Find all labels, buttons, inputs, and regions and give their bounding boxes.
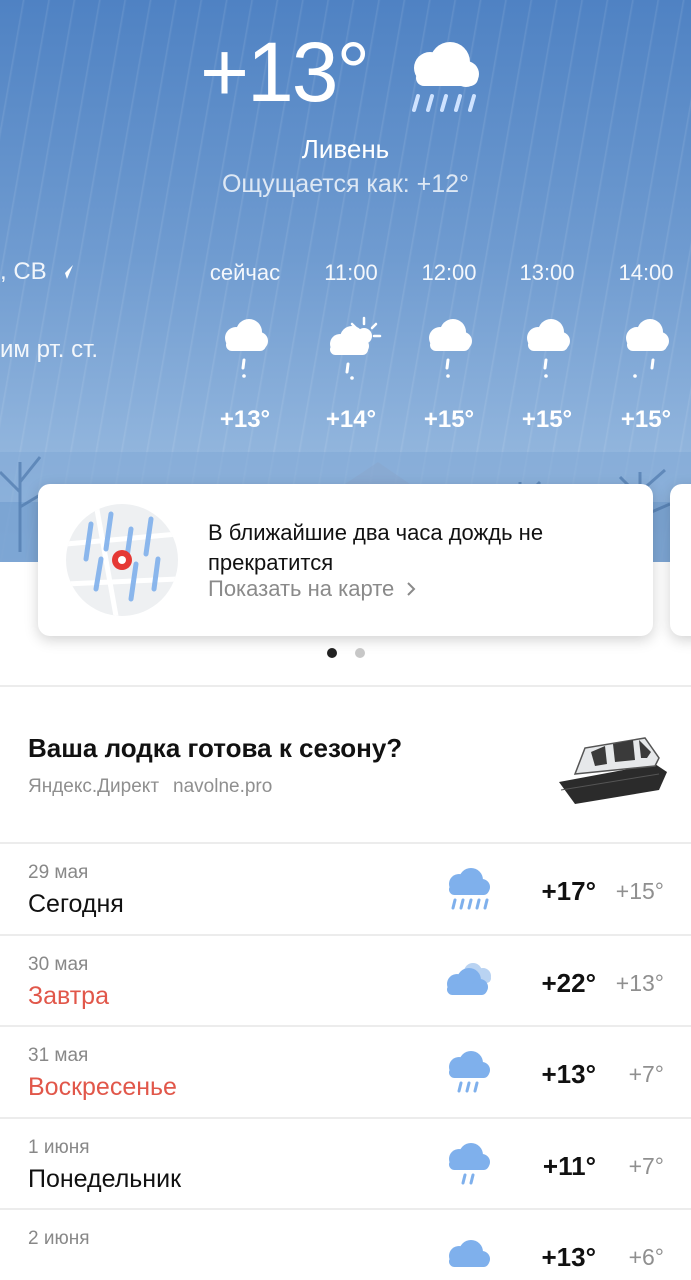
- day-high-temp: +17°: [541, 876, 596, 906]
- day-low-temp: +6°: [628, 1244, 664, 1270]
- day-date: 1 июня: [28, 1137, 90, 1158]
- chevron-right-icon: [407, 582, 416, 596]
- current-weather-hero: +13° Ливень Ощущается как: +12° , СВ им …: [0, 0, 691, 562]
- hour-temperature: +15°: [423, 406, 475, 433]
- cloud-rain-icon: [449, 1051, 490, 1093]
- ad-title[interactable]: Ваша лодка готова к сезону?: [28, 733, 402, 764]
- divider: [0, 685, 691, 687]
- day-high-temp: +11°: [542, 1151, 596, 1181]
- ad-meta: Яндекс.Директ navolne.pro: [28, 776, 272, 798]
- cloud-light-rain-icon: [225, 319, 268, 378]
- ad-boat-image[interactable]: [555, 712, 671, 818]
- day-date: 2 июня: [28, 1228, 90, 1249]
- cloud-icon: [449, 1240, 490, 1267]
- daily-row[interactable]: 30 мая Завтра +22° +13°: [0, 934, 691, 1026]
- day-high-temp: +13°: [541, 1059, 596, 1089]
- cloud-light-rain-icon: [449, 1143, 490, 1185]
- daily-row[interactable]: 2 июня +13° +6°: [0, 1208, 691, 1280]
- day-date: 30 мая: [28, 954, 89, 975]
- day-name: Воскресенье: [28, 1073, 177, 1101]
- day-low-temp: +7°: [628, 1061, 664, 1087]
- nowcast-card[interactable]: В ближайшие два часа дождь не прекратитс…: [38, 484, 653, 636]
- hour-temperature: +13°: [219, 406, 271, 433]
- carousel-pagination: [0, 648, 691, 658]
- day-name: Понедельник: [28, 1165, 182, 1193]
- day-name: Сегодня: [28, 890, 124, 918]
- pagination-dot-active: [326, 648, 337, 658]
- pagination-dot[interactable]: [354, 648, 365, 658]
- ad-domain[interactable]: navolne.pro: [173, 776, 272, 798]
- day-date: 29 мая: [28, 862, 89, 883]
- day-low-temp: +13°: [615, 970, 664, 996]
- daily-row[interactable]: 29 мая Сегодня +17° +15°: [0, 842, 691, 934]
- cloud-light-rain-icon: [626, 319, 669, 378]
- precipitation-map-thumbnail[interactable]: [66, 504, 178, 616]
- show-on-map-link[interactable]: Показать на карте: [208, 576, 416, 602]
- cloud-light-rain-icon: [429, 319, 472, 378]
- hour-temperature: +15°: [620, 406, 672, 433]
- show-on-map-label: Показать на карте: [208, 576, 395, 601]
- hour-time: сейчас: [209, 260, 281, 285]
- cloud-light-rain-icon: [527, 319, 570, 378]
- cloudy-icon: [447, 963, 491, 995]
- daily-row[interactable]: 31 мая Воскресенье +13° +7°: [0, 1025, 691, 1117]
- hour-time: 11:00: [324, 260, 378, 285]
- hour-temperature: +14°: [325, 406, 377, 433]
- day-name: Завтра: [28, 982, 109, 1010]
- nowcast-text: В ближайшие два часа дождь не прекратитс…: [208, 520, 544, 575]
- day-date: 31 мая: [28, 1045, 89, 1066]
- hour-time: 14:00: [618, 260, 674, 285]
- hour-temperature: +15°: [521, 406, 573, 433]
- cloud-heavy-rain-icon: [449, 868, 490, 910]
- sun-cloud-rain-icon: [330, 316, 382, 380]
- day-high-temp: +13°: [541, 1242, 596, 1272]
- day-high-temp: +22°: [541, 968, 596, 998]
- next-card-peek[interactable]: [670, 484, 691, 636]
- day-low-temp: +15°: [615, 878, 664, 904]
- hour-time: 12:00: [421, 260, 477, 285]
- ad-source: Яндекс.Директ: [28, 776, 160, 797]
- hourly-forecast[interactable]: сейчас +13° 11:00 +14° 12:00 +15° 13:00 …: [0, 0, 691, 450]
- hour-time: 13:00: [519, 260, 575, 285]
- daily-row[interactable]: 1 июня Понедельник +11° +7°: [0, 1117, 691, 1209]
- day-low-temp: +7°: [628, 1153, 664, 1179]
